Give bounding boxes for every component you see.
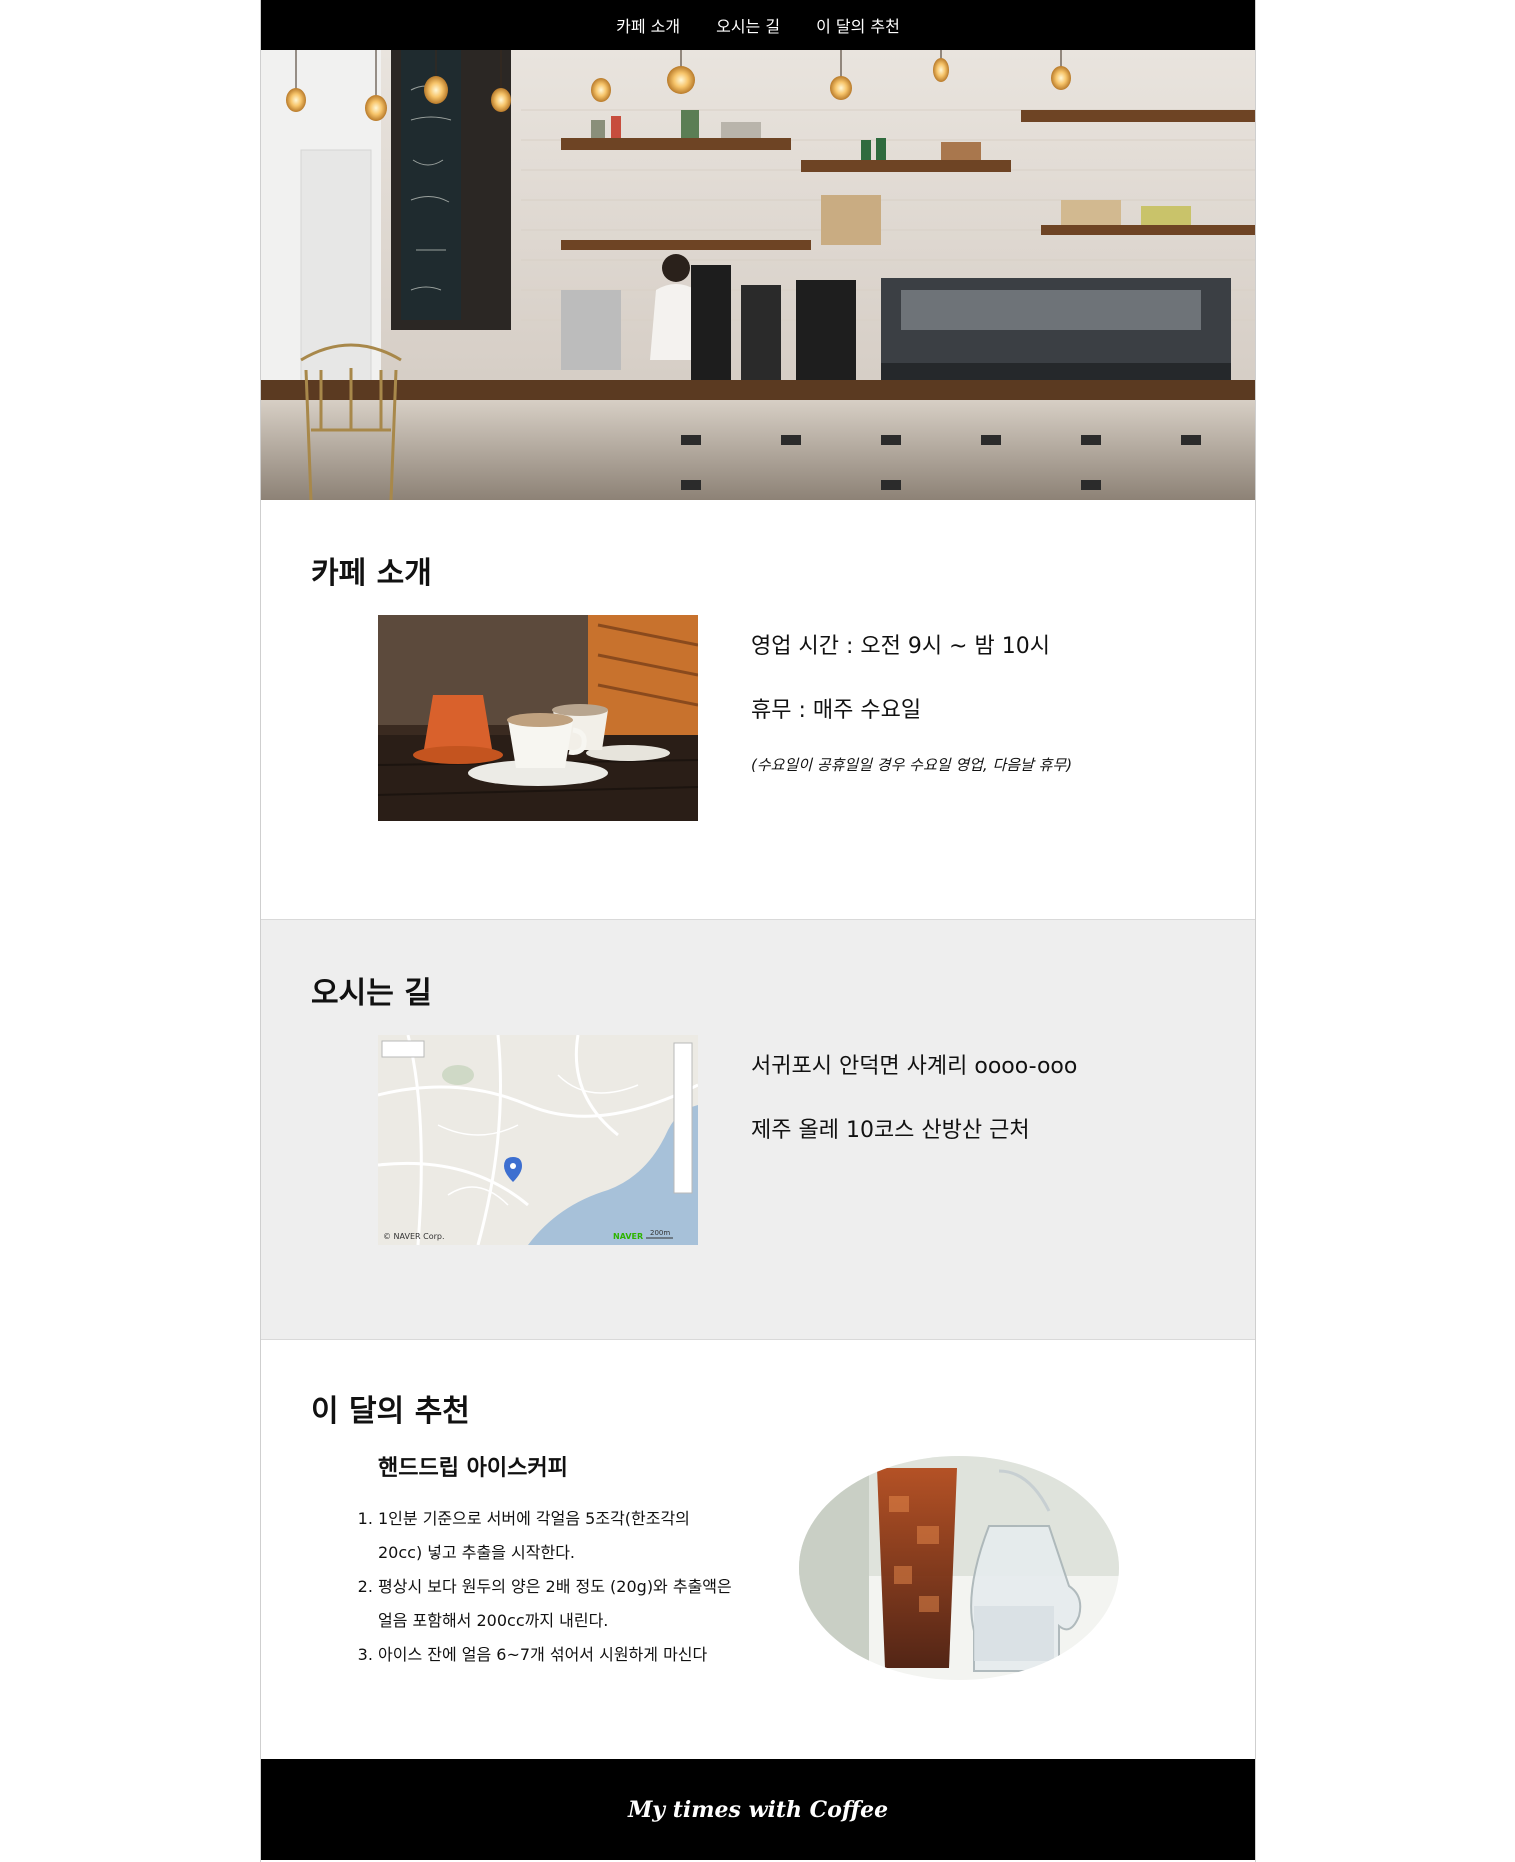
recipe-step: 1인분 기준으로 서버에 각얼음 5조각(한조각의 20cc) 넣고 추출을 시… [378,1502,738,1570]
section-title-intro: 카페 소개 [311,556,432,591]
landmark-text: 제주 올레 10코스 산방산 근처 [751,1118,1030,1143]
section-title-recommend: 이 달의 추천 [311,1394,470,1429]
page-container: 카페 소개 오시는 길 이 달의 추천 카페 소개 영업 시간: 오전 9시 … [260,0,1256,1862]
intro-info: 영업 시간 : 오전 9시 ~ 밤 10시 휴무 : 매주 수요일 (수요일이 … [751,628,1072,775]
coffee-cups-image [378,615,698,821]
nav-link-directions[interactable]: 오시는 길 [716,13,780,37]
recipe-step: 평상시 보다 원두의 양은 2배 정도 (20g)와 추출액은 얼음 포함해서 … [378,1570,738,1638]
hero-cafe-image [261,50,1255,500]
address-text: 서귀포시 안덕면 사계리 oooo-ooo [751,1054,1078,1079]
iced-coffee-image [799,1456,1119,1680]
business-hours-text: 영업 시간 : 오전 9시 ~ 밤 10시 [751,634,1050,659]
recipe-title: 핸드드립 아이스커피 [378,1456,568,1481]
directions-info: 서귀포시 안덕면 사계리 oooo-ooo 제주 올레 10코스 산방산 근처 [751,1048,1077,1144]
nav-link-intro[interactable]: 카페 소개 [616,13,680,37]
nav-link-recommend[interactable]: 이 달의 추천 [816,13,900,37]
map-copyright: © NAVER Corp. [383,1232,445,1241]
section-directions: 오시는 길 © NAVER Corp. NAVER 200m 서귀포시 안덕면 … [261,920,1255,1340]
holiday-note-text: (수요일이 공휴일일 경우 수요일 영업, 다음날 휴무) [751,756,1073,774]
top-nav: 카페 소개 오시는 길 이 달의 추천 [261,0,1255,50]
footer: My times with Coffee [261,1759,1255,1860]
map-scale: 200m [650,1229,670,1237]
map-brand: NAVER [613,1232,643,1241]
closed-day-text: 휴무 : 매주 수요일 [751,698,922,723]
section-monthly-recommend: 이 달의 추천 핸드드립 아이스커피 1인분 기준으로 서버에 각얼음 5조각(… [261,1340,1255,1759]
section-cafe-intro: 카페 소개 영업 시간: 오전 9시 ~ 밤 10시 휴무: 매주 수요일 … [261,500,1255,920]
footer-text: My times with Coffee [627,1796,889,1823]
section-title-directions: 오시는 길 [311,976,432,1011]
recipe-steps: 1인분 기준으로 서버에 각얼음 5조각(한조각의 20cc) 넣고 추출을 시… [341,1502,738,1672]
recipe-step: 아이스 잔에 얼음 6~7개 섞어서 시원하게 마신다 [378,1638,738,1672]
location-map[interactable]: © NAVER Corp. NAVER 200m [378,1035,698,1245]
